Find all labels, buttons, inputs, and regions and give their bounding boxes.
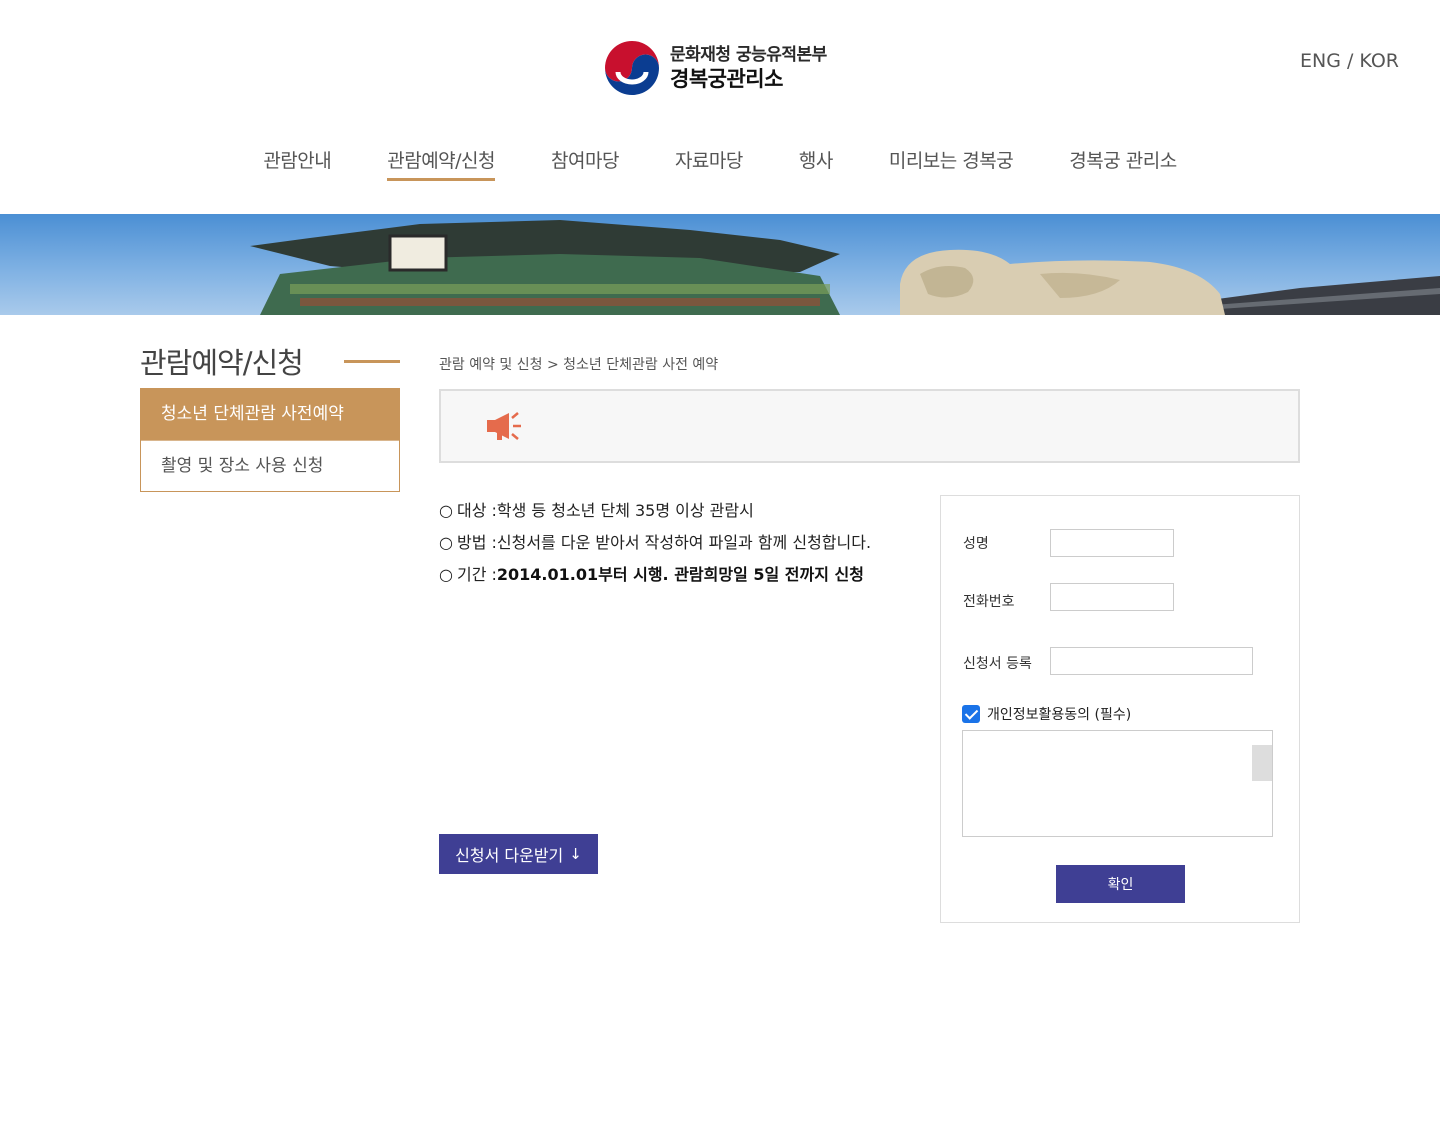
nav-item-reservation[interactable]: 관람예약/신청 (387, 146, 496, 181)
privacy-agree-checkbox[interactable] (962, 705, 980, 723)
site-logo[interactable]: 문화재청 궁능유적본부 경복궁관리소 (604, 40, 827, 96)
lang-eng-link[interactable]: ENG (1300, 50, 1341, 72)
circle-bullet: ○ (439, 533, 453, 552)
megaphone-icon (487, 412, 521, 440)
privacy-agree-label: 개인정보활용동의 (필수) (987, 707, 1132, 723)
nav-item-participation[interactable]: 참여마당 (551, 146, 619, 181)
sidebar-item-filming-venue-request[interactable]: 촬영 및 장소 사용 신청 (141, 440, 399, 491)
palace-banner-illustration (250, 220, 1440, 315)
info-period-value: 2014.01.01부터 시행. 관람희망일 5일 전까지 신청 (496, 565, 864, 584)
circle-bullet: ○ (439, 565, 453, 584)
confirm-button[interactable]: 확인 (1056, 865, 1185, 903)
circle-bullet: ○ (439, 501, 453, 520)
download-arrow-icon: ↓ (569, 845, 582, 863)
phone-label: 전화번호 (963, 594, 1015, 610)
name-input[interactable] (1050, 529, 1174, 557)
name-label: 성명 (963, 536, 989, 552)
terms-scrollbar-thumb[interactable] (1252, 745, 1272, 781)
sidebar-menu: 청소년 단체관람 사전예약 촬영 및 장소 사용 신청 (140, 388, 400, 492)
nav-item-preview[interactable]: 미리보는 경복궁 (889, 146, 1014, 181)
lang-kor-link[interactable]: KOR (1359, 50, 1399, 72)
download-button-label: 신청서 다운받기 (455, 846, 564, 865)
logo-site-name: 경복궁관리소 (670, 67, 783, 91)
nav-item-visit-info[interactable]: 관람안내 (263, 146, 331, 181)
taegeuk-logo-icon (605, 41, 659, 95)
reservation-form: 성명 전화번호 신청서 등록 개인정보활용동의 (필수) 확인 (940, 495, 1300, 923)
info-period-label: 기간 : (456, 565, 497, 584)
nav-item-resources[interactable]: 자료마당 (675, 146, 743, 181)
logo-org-name: 문화재청 궁능유적본부 (670, 45, 827, 65)
info-method: ○ 방법 : 신청서를 다운 받아서 작성하여 파일과 함께 신청합니다. (439, 532, 871, 564)
privacy-agree: 개인정보활용동의 (필수) (962, 704, 1131, 724)
info-method-value: 신청서를 다운 받아서 작성하여 파일과 함께 신청합니다. (496, 533, 872, 552)
sidebar-title: 관람예약/신청 (140, 346, 304, 380)
language-switcher: ENG / KOR (1300, 50, 1399, 72)
nav-item-events[interactable]: 행사 (799, 146, 833, 181)
lang-separator: / (1340, 50, 1360, 72)
info-target-label: 대상 : (456, 501, 497, 520)
file-label: 신청서 등록 (963, 656, 1032, 672)
info-period: ○ 기간 : 2014.01.01부터 시행. 관람희망일 5일 전까지 신청 (439, 564, 871, 596)
breadcrumb: 관람 예약 및 신청 > 청소년 단체관람 사전 예약 (439, 357, 719, 373)
info-method-label: 방법 : (456, 533, 497, 552)
main-nav: 관람안내 관람예약/신청 참여마당 자료마당 행사 미리보는 경복궁 경복궁 관… (0, 146, 1440, 181)
notice-box (439, 389, 1300, 463)
info-target: ○ 대상 : 학생 등 청소년 단체 35명 이상 관람시 (439, 500, 871, 532)
info-target-value: 학생 등 청소년 단체 35명 이상 관람시 (496, 501, 754, 520)
hero-banner-image (0, 214, 1440, 315)
nav-item-office[interactable]: 경복궁 관리소 (1069, 146, 1177, 181)
privacy-terms-textarea[interactable] (962, 730, 1273, 837)
file-upload-input[interactable] (1050, 647, 1253, 675)
guide-info-list: ○ 대상 : 학생 등 청소년 단체 35명 이상 관람시 ○ 방법 : 신청서… (439, 500, 871, 596)
download-application-button[interactable]: 신청서 다운받기 ↓ (439, 834, 598, 874)
sidebar-title-divider (344, 360, 400, 363)
phone-input[interactable] (1050, 583, 1174, 611)
sidebar-item-youth-group-reservation[interactable]: 청소년 단체관람 사전예약 (141, 389, 399, 440)
